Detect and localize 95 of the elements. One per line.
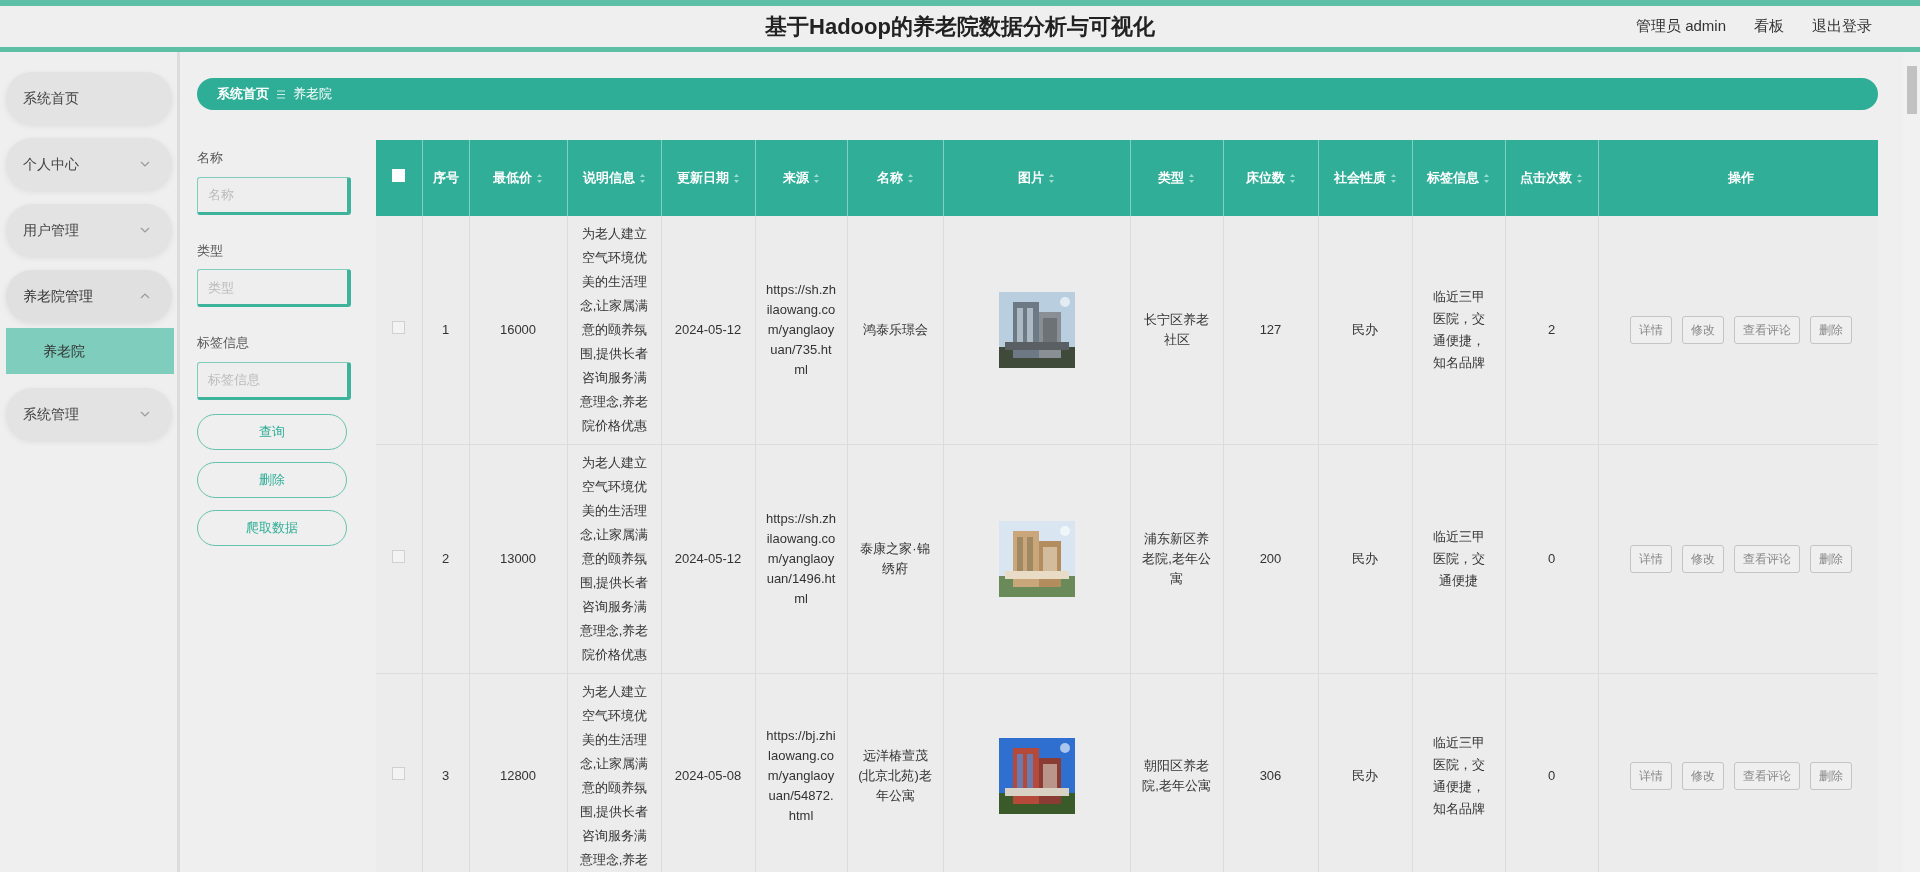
column-header[interactable]: 来源: [755, 140, 847, 216]
table-cell: 0: [1505, 673, 1598, 872]
row-action-button[interactable]: 修改: [1681, 762, 1724, 790]
header-link[interactable]: 看板: [1754, 15, 1784, 38]
sort-icon[interactable]: [732, 172, 740, 184]
header-link[interactable]: 退出登录: [1812, 15, 1872, 38]
table-cell: 0: [1505, 444, 1598, 674]
sort-icon[interactable]: [1048, 172, 1055, 184]
row-action-button[interactable]: 修改: [1681, 545, 1724, 573]
table-cell: 12800: [469, 673, 567, 872]
table-cell: 临近三甲医院，交通便捷，知名品牌: [1412, 673, 1505, 872]
action-button[interactable]: 查询: [197, 413, 347, 450]
table-cell: 2: [1505, 216, 1598, 445]
table-cell: 临近三甲医院，交通便捷，知名品牌: [1412, 216, 1505, 445]
column-header[interactable]: 床位数: [1223, 140, 1318, 216]
column-header: 操作: [1598, 140, 1878, 216]
table-cell: https://sh.zhilaowang.com/yanglaoyuan/1496.html: [755, 444, 847, 674]
table-cell: 13000: [469, 444, 567, 674]
chevron-down-icon: [140, 411, 150, 417]
sort-icon[interactable]: [1483, 172, 1490, 184]
table-cell: 为老人建立空气环境优美的生活理念,让家属满意的颐养氛围,提供长者咨询服务满意理念,养老院价格优惠: [567, 216, 661, 445]
table-cell: 民办: [1318, 216, 1412, 445]
table-cell: 2024-05-12: [661, 216, 755, 445]
table-cell: 127: [1223, 216, 1318, 445]
header-link[interactable]: 管理员 admin: [1635, 15, 1726, 38]
sidebar-subitem[interactable]: 养老院: [6, 328, 174, 374]
table-cell: 民办: [1318, 673, 1412, 872]
table-cell: https://bj.zhilaowang.com/yanglaoyuan/54872.html: [755, 673, 847, 872]
chevron-up-icon: [140, 293, 150, 299]
row-action-button[interactable]: 删除: [1809, 545, 1852, 573]
table-cell: 为老人建立空气环境优美的生活理念,让家属满意的颐养氛围,提供长者咨询服务满意理念,养老院价格优惠: [567, 444, 661, 674]
row-action-button[interactable]: 查看评论: [1733, 316, 1800, 344]
column-header[interactable]: 图片: [943, 140, 1130, 216]
column-header[interactable]: 最低价: [469, 140, 567, 216]
table-cell: 16000: [469, 216, 567, 445]
column-header[interactable]: 类型: [1130, 140, 1223, 216]
sort-icon[interactable]: [812, 172, 820, 184]
table-cell: 200: [1223, 444, 1318, 674]
separator-icon: [277, 89, 285, 99]
chevron-down-icon: [140, 227, 150, 233]
breadcrumb-link[interactable]: 系统首页: [217, 84, 269, 104]
table-cell: 3: [422, 673, 469, 872]
column-header[interactable]: 标签信息: [1412, 140, 1505, 216]
row-action-button[interactable]: 详情: [1629, 545, 1672, 573]
table-cell: 306: [1223, 673, 1318, 872]
sort-icon[interactable]: [1389, 172, 1397, 184]
checkbox[interactable]: [392, 550, 406, 564]
action-button[interactable]: 爬取数据: [197, 509, 347, 546]
sidebar-item[interactable]: 个人中心: [6, 138, 172, 190]
table-cell: 鸿泰乐璟会: [847, 216, 943, 445]
column-header[interactable]: 名称: [847, 140, 943, 216]
table-cell: 民办: [1318, 444, 1412, 674]
row-action-button[interactable]: 删除: [1809, 316, 1852, 344]
field-label: 标签信息: [197, 334, 250, 352]
breadcrumb-link[interactable]: 养老院: [293, 84, 332, 104]
chevron-down-icon: [140, 161, 150, 167]
column-header: 序号: [422, 140, 469, 216]
action-button[interactable]: 删除: [197, 461, 347, 498]
table-cell: 长宁区养老社区: [1130, 216, 1223, 445]
table-cell: 2024-05-12: [661, 444, 755, 674]
table-cell: 2: [422, 444, 469, 674]
table-cell: 为老人建立空气环境优美的生活理念,让家属满意的颐养氛围,提供长者咨询服务满意理念,养老: [567, 673, 661, 872]
table-cell: 泰康之家·锦绣府: [847, 444, 943, 674]
table-cell: 浦东新区养老院,老年公寓: [1130, 444, 1223, 674]
sort-icon[interactable]: [1288, 172, 1296, 184]
column-header[interactable]: 点击次数: [1505, 140, 1598, 216]
sidebar-item[interactable]: 系统首页: [6, 72, 172, 124]
app-title: 基于Hadoop的养老院数据分析与可视化: [765, 13, 1155, 41]
table-cell: 2024-05-08: [661, 673, 755, 872]
sort-icon[interactable]: [906, 172, 914, 184]
checkbox[interactable]: [392, 767, 406, 781]
sidebar-item[interactable]: 系统管理: [6, 388, 172, 440]
column-header[interactable]: 说明信息: [567, 140, 661, 216]
sort-icon[interactable]: [1188, 172, 1195, 184]
field-label: 类型: [197, 241, 224, 260]
row-action-button[interactable]: 修改: [1681, 316, 1724, 344]
column-header[interactable]: 社会性质: [1318, 140, 1412, 216]
sidebar-item[interactable]: 用户管理: [6, 204, 172, 256]
row-action-button[interactable]: 详情: [1629, 316, 1672, 344]
checkbox[interactable]: [392, 321, 406, 335]
row-action-button[interactable]: 详情: [1629, 762, 1672, 790]
table-cell: 远洋椿萱茂(北京北苑)老年公寓: [847, 673, 943, 872]
row-action-button[interactable]: 删除: [1809, 762, 1852, 790]
table-cell: 1: [422, 216, 469, 445]
sort-icon[interactable]: [1576, 172, 1583, 184]
table-cell: 朝阳区养老院,老年公寓: [1130, 673, 1223, 872]
column-header[interactable]: 更新日期: [661, 140, 755, 216]
sidebar-item[interactable]: 养老院管理: [6, 270, 172, 322]
sort-icon[interactable]: [536, 172, 543, 184]
table-cell: 临近三甲医院，交通便捷: [1412, 444, 1505, 674]
table-cell: https://sh.zhilaowang.com/yanglaoyuan/735.html: [755, 216, 847, 445]
sort-icon[interactable]: [638, 172, 646, 184]
field-label: 名称: [197, 149, 224, 167]
row-action-button[interactable]: 查看评论: [1733, 762, 1800, 790]
row-action-button[interactable]: 查看评论: [1733, 545, 1800, 573]
